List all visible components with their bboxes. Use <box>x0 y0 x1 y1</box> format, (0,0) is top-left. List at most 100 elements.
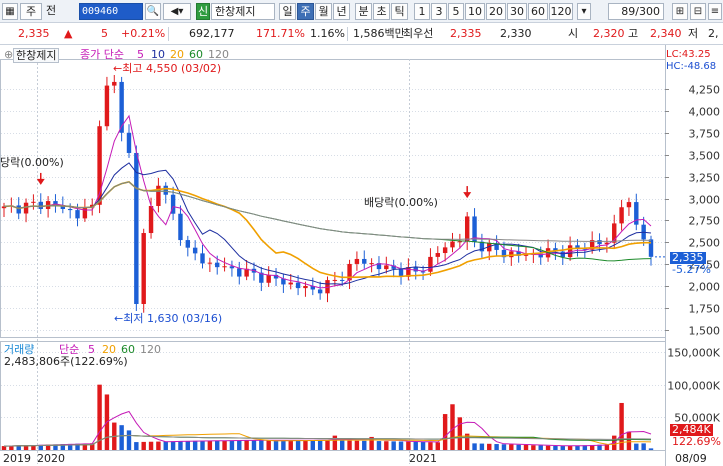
settings-icon[interactable]: ⊕ <box>4 48 13 61</box>
prior-label: 최우선 <box>403 27 434 40</box>
split-icon[interactable]: ⊟ <box>690 3 706 20</box>
price-tick-label: 3,000 <box>689 194 721 207</box>
candle-body <box>163 185 168 195</box>
bid-price-1: 2,335 <box>450 27 482 40</box>
volume-bar <box>273 440 279 450</box>
interval-3-button[interactable]: 3 <box>431 3 447 20</box>
up-arrow-icon: ▲ <box>64 27 73 40</box>
interval-10-button[interactable]: 10 <box>465 3 485 20</box>
layout-icon[interactable]: ⊞ <box>672 3 688 20</box>
annotation-low: ←최저 1,630 (03/16) <box>114 312 223 325</box>
volume-bar <box>435 442 440 450</box>
interval-60-button[interactable]: 60 <box>528 3 548 20</box>
dropdown-icon[interactable]: ▾ <box>577 3 591 20</box>
vol-ma-120-label: 120 <box>140 343 161 356</box>
search-icon[interactable]: 🔍 <box>145 3 161 20</box>
x-label-last-date: 08/09 <box>675 452 707 465</box>
candle-body <box>148 205 154 234</box>
volume-bar <box>501 444 507 450</box>
volume-bar <box>339 440 345 450</box>
tab-period-tick[interactable]: 틱 <box>391 3 408 20</box>
candle-body <box>369 263 374 265</box>
volume-bar <box>420 441 426 450</box>
candle-body <box>266 274 271 283</box>
data-count: 89/300 <box>608 3 664 20</box>
stock-chart[interactable]: 4,250 4,000 3,750 3,500 3,250 3,000 2,750 2,500… <box>0 45 723 466</box>
tab-period-minute[interactable]: 분 <box>355 3 372 20</box>
tab-period-month[interactable]: 월 <box>315 3 332 20</box>
volume-bar <box>553 445 558 450</box>
candle-body <box>442 247 448 254</box>
volume-bar <box>523 444 529 450</box>
candle-body <box>295 282 301 289</box>
volume-bar <box>229 440 235 450</box>
candle-body <box>222 266 227 268</box>
candle-body <box>38 201 43 209</box>
volume-bar <box>641 443 646 450</box>
ma-10-label: 10 <box>151 48 165 61</box>
tab-period-week[interactable]: 주 <box>297 3 314 20</box>
hc-indicator: HC:-48.68 <box>666 61 717 72</box>
candle-body <box>339 279 345 281</box>
volume-bar <box>354 440 360 450</box>
volume-bar <box>384 441 389 450</box>
sound-icon[interactable]: ◀▾ <box>163 3 191 20</box>
candle-body <box>67 208 73 211</box>
volume-bar <box>457 417 463 450</box>
candle-body <box>134 152 139 305</box>
volume-bar <box>317 440 323 450</box>
volume-bar <box>406 441 411 450</box>
volume-bar <box>222 440 227 450</box>
candle-body <box>112 81 117 86</box>
volume-bar <box>560 445 565 450</box>
tab-period-second[interactable]: 초 <box>373 3 390 20</box>
volume-value: 692,177 <box>189 27 235 40</box>
volume-bar <box>266 440 271 450</box>
price-tick-label: 3,500 <box>689 150 721 163</box>
volume-bar <box>192 440 198 450</box>
low-price: 2, <box>708 27 719 40</box>
market-select[interactable]: 주 <box>20 3 42 20</box>
high-price: 2,340 <box>650 27 682 40</box>
grid-icon[interactable]: ▦ <box>2 3 18 20</box>
volume-bar <box>141 441 146 450</box>
ma-60-label: 60 <box>189 48 203 61</box>
candle-body <box>119 81 124 133</box>
candle-body <box>141 233 146 305</box>
high-label: 고 <box>628 27 639 40</box>
candle-body <box>75 210 80 219</box>
stock-code-input[interactable]: 009460 <box>79 3 143 20</box>
candle-body <box>200 253 205 264</box>
volume-bar <box>391 441 396 450</box>
ma-20-label: 20 <box>170 48 184 61</box>
volume-bar <box>259 440 264 450</box>
candle-body <box>317 289 323 294</box>
tab-period-day[interactable]: 일 <box>279 3 296 20</box>
price-panel-title[interactable]: 한창제지 <box>13 48 60 63</box>
current-price: 2,335 <box>18 27 50 40</box>
annotation-high: ←최고 4,550 (03/02) <box>113 62 222 75</box>
volume-bar <box>207 440 213 450</box>
volume-peak-label: 2,483,806주(122.69%) <box>4 355 128 368</box>
volume-bar <box>347 440 352 450</box>
tab-period-year[interactable]: 년 <box>333 3 350 20</box>
volume-bar <box>295 440 301 450</box>
interval-30-button[interactable]: 30 <box>507 3 527 20</box>
candle-body <box>82 207 88 219</box>
interval-120-button[interactable]: 120 <box>549 3 573 20</box>
candle-body <box>332 279 338 281</box>
interval-20-button[interactable]: 20 <box>486 3 506 20</box>
candle-body <box>560 251 565 258</box>
interval-1-button[interactable]: 1 <box>414 3 430 20</box>
volume-bar <box>494 444 499 450</box>
volume-bar <box>362 440 367 450</box>
menu-icon[interactable]: ≡ <box>708 3 722 20</box>
volume-bar <box>509 444 514 450</box>
ma-5-label: 5 <box>137 48 144 61</box>
volume-bar <box>1 446 7 450</box>
open-label: 시 <box>568 27 579 40</box>
volume-tick-label: 100,000K <box>667 380 720 393</box>
interval-5-button[interactable]: 5 <box>448 3 464 20</box>
chart-area[interactable]: 4,250 4,000 3,750 3,500 3,250 3,000 2,750 2,500… <box>0 45 723 466</box>
stock-name: 한창제지 <box>211 3 275 20</box>
